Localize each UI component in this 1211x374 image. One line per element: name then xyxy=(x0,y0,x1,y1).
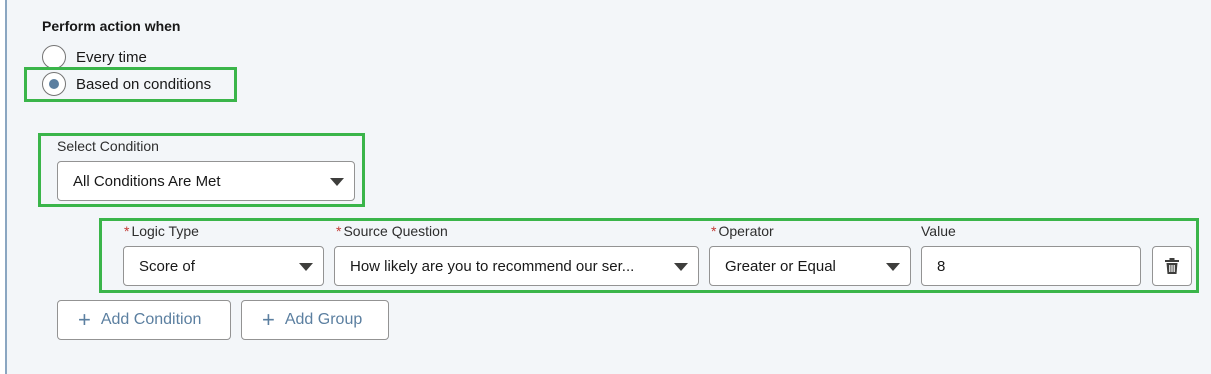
chevron-down-icon xyxy=(886,263,900,271)
add-group-label: Add Group xyxy=(284,311,363,328)
radio-based-on-conditions[interactable]: Based on conditions xyxy=(42,72,211,96)
logic-type-dropdown[interactable]: Score of xyxy=(123,246,324,286)
plus-icon: + xyxy=(262,307,275,332)
select-condition-label: Select Condition xyxy=(57,138,159,154)
radio-label: Every time xyxy=(76,48,147,66)
radio-selected-icon[interactable] xyxy=(42,72,66,96)
source-question-value: How likely are you to recommend our ser.… xyxy=(350,257,635,275)
chevron-down-icon xyxy=(674,263,688,271)
source-question-label: * Source Question xyxy=(336,223,448,239)
chevron-down-icon xyxy=(330,178,344,186)
required-marker: * xyxy=(124,223,130,239)
operator-dropdown[interactable]: Greater or Equal xyxy=(709,246,911,286)
value-input[interactable] xyxy=(921,246,1141,286)
add-group-button[interactable]: + Add Group xyxy=(241,300,389,340)
source-question-dropdown[interactable]: How likely are you to recommend our ser.… xyxy=(334,246,699,286)
plus-icon: + xyxy=(78,307,91,332)
section-title: Perform action when xyxy=(42,18,181,34)
add-condition-label: Add Condition xyxy=(100,311,202,328)
left-border xyxy=(0,0,7,374)
operator-value: Greater or Equal xyxy=(725,257,836,275)
logic-type-label: * Logic Type xyxy=(124,223,199,239)
radio-circle-icon[interactable] xyxy=(42,45,66,69)
select-condition-dropdown[interactable]: All Conditions Are Met xyxy=(57,161,355,201)
value-label: Value xyxy=(921,223,956,239)
operator-label: * Operator xyxy=(711,223,774,239)
radio-label: Based on conditions xyxy=(76,75,212,93)
logic-type-value: Score of xyxy=(139,257,195,275)
radio-every-time[interactable]: Every time xyxy=(42,45,147,69)
add-condition-button[interactable]: + Add Condition xyxy=(57,300,231,340)
required-marker: * xyxy=(336,223,342,239)
delete-condition-button[interactable] xyxy=(1152,246,1192,286)
trash-icon xyxy=(1165,258,1179,274)
required-marker: * xyxy=(711,223,717,239)
select-condition-value: All Conditions Are Met xyxy=(73,172,221,190)
chevron-down-icon xyxy=(299,263,313,271)
